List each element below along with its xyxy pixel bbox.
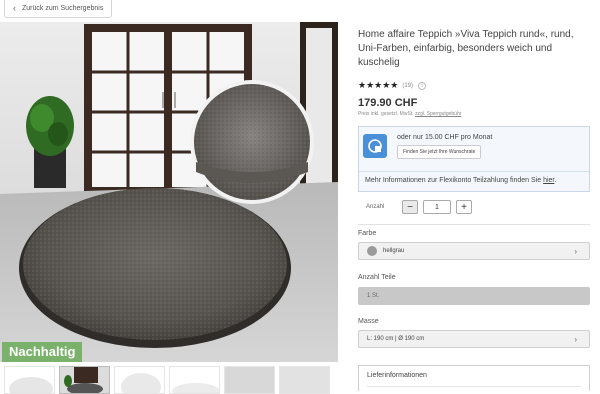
thumbnail-rug-image	[121, 373, 161, 393]
financing-more-link[interactable]: hier	[543, 177, 554, 184]
rating-count: (19)	[402, 82, 414, 89]
product-image[interactable]	[0, 22, 338, 362]
rating[interactable]: ★★★★★ (19) i	[358, 80, 594, 91]
color-label: Farbe	[358, 230, 377, 237]
thumbnail-1[interactable]	[4, 366, 55, 394]
product-price: 179.90 CHF	[358, 97, 418, 109]
financing-more-suffix: .	[554, 177, 557, 184]
size-label: Masse	[358, 318, 379, 325]
thumbnail-room-image	[60, 367, 109, 393]
delivery-info-label: Lieferinformationen	[367, 372, 427, 379]
thumbnail-strip	[0, 366, 338, 394]
parts-label: Anzahl Teile	[358, 274, 396, 281]
bulky-fee-link[interactable]: zzgl. Sperrgutgebühr	[415, 111, 461, 117]
financing-more-text: Mehr Informationen zur Flexikonto Teilza…	[365, 177, 542, 184]
price-note: Preis inkl. gesetzl. MwSt. zzgl. Sperrgu…	[358, 111, 594, 117]
chevron-left-icon: ‹	[13, 3, 16, 13]
color-swatch	[367, 246, 377, 256]
thumbnail-6[interactable]	[279, 366, 330, 394]
thumbnail-texture-image	[280, 367, 329, 393]
parts-select: 1 St.	[358, 287, 590, 305]
thumbnail-texture-image	[225, 367, 274, 393]
decrease-quantity-button[interactable]: −	[402, 200, 418, 214]
parts-value: 1 St.	[367, 293, 380, 299]
thumbnail-4[interactable]	[169, 366, 220, 394]
product-page: ‹ Zurück zum Suchergebnis Nachhaltig Hom…	[0, 0, 600, 394]
color-value: hellgrau	[383, 248, 405, 254]
quantity-label: Anzahl	[366, 204, 385, 210]
star-rating-icon: ★★★★★	[358, 80, 399, 90]
sustainable-badge: Nachhaltig	[2, 342, 83, 362]
thumbnail-2[interactable]	[59, 366, 110, 394]
chevron-right-icon: ›	[574, 335, 577, 344]
color-select[interactable]: hellgrau ›	[358, 242, 590, 260]
price-note-text: Preis inkl. gesetzl. MwSt.	[358, 111, 414, 117]
financing-box: oder nur 15.00 CHF pro Monat Finden Sie …	[358, 126, 590, 192]
size-select[interactable]: L: 190 cm | Ø 190 cm ›	[358, 330, 590, 348]
product-title: Home affaire Teppich »Viva Teppich rund«…	[358, 29, 574, 68]
financing-divider	[359, 171, 589, 172]
rug-room-photo	[0, 22, 338, 362]
back-to-results-label: Zurück zum Suchergebnis	[22, 5, 104, 12]
thumbnail-3[interactable]	[114, 366, 165, 394]
find-rate-button[interactable]: Finden Sie jetzt Ihre Wunschrate	[397, 145, 482, 159]
back-to-results-button[interactable]: ‹ Zurück zum Suchergebnis	[4, 0, 113, 18]
thumbnail-rug-image	[172, 383, 219, 393]
quantity-stepper: Anzahl − 1 +	[358, 200, 472, 214]
thumbnail-rug-image	[9, 377, 53, 393]
info-icon[interactable]: i	[418, 81, 427, 90]
financing-offer: oder nur 15.00 CHF pro Monat	[397, 134, 493, 141]
divider	[358, 224, 590, 225]
financing-more-info: Mehr Informationen zur Flexikonto Teilza…	[365, 177, 556, 184]
size-value: L: 190 cm | Ø 190 cm	[367, 336, 425, 342]
product-info: Home affaire Teppich »Viva Teppich rund«…	[358, 28, 594, 117]
financing-icon	[363, 134, 387, 158]
thumbnail-5[interactable]	[224, 366, 275, 394]
delivery-info-panel[interactable]: Lieferinformationen	[358, 365, 590, 391]
quantity-input[interactable]: 1	[423, 200, 451, 214]
increase-quantity-button[interactable]: +	[456, 200, 472, 214]
chevron-right-icon: ›	[574, 247, 577, 256]
